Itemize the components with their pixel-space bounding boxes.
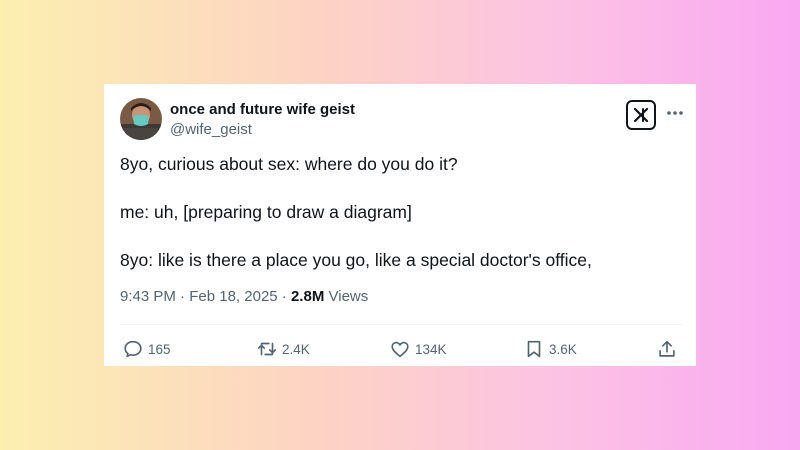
display-name[interactable]: once and future wife geist xyxy=(170,101,355,118)
avatar[interactable] xyxy=(120,98,162,140)
bookmark-button[interactable]: 3.6K xyxy=(523,337,577,361)
reply-button[interactable]: 165 xyxy=(122,337,171,361)
bookmark-count: 3.6K xyxy=(549,341,577,357)
like-count: 134K xyxy=(415,341,447,357)
repost-count: 2.4K xyxy=(282,341,310,357)
repost-button[interactable]: 2.4K xyxy=(256,337,310,361)
reply-count: 165 xyxy=(148,341,171,357)
heart-icon xyxy=(391,341,409,358)
bookmark-icon xyxy=(527,340,541,358)
tweet-date[interactable]: Feb 18, 2025 xyxy=(189,288,277,305)
meta-separator: · xyxy=(281,288,287,305)
share-button[interactable] xyxy=(656,337,678,361)
x-logo-icon[interactable] xyxy=(626,100,656,130)
views-count: 2.8M xyxy=(290,288,325,305)
reply-icon xyxy=(124,340,142,358)
share-icon xyxy=(659,340,675,357)
tweet-time[interactable]: 9:43 PM xyxy=(120,288,176,305)
divider xyxy=(120,324,682,325)
views-label: Views xyxy=(328,288,369,305)
like-button[interactable]: 134K xyxy=(389,337,447,361)
repost-icon xyxy=(257,342,277,356)
tweet-line: me: uh, [preparing to draw a diagram] xyxy=(120,202,412,222)
tweet-line: 8yo, curious about sex: where do you do … xyxy=(120,154,458,174)
tweet-line: 8yo: like is there a place you go, like … xyxy=(120,250,592,270)
tweet-card: once and future wife geist @wife_geist 8… xyxy=(104,84,696,366)
meta-separator: · xyxy=(180,288,186,305)
tweet-text: 8yo, curious about sex: where do you do … xyxy=(120,152,680,272)
more-options-icon[interactable] xyxy=(664,104,686,122)
user-handle[interactable]: @wife_geist xyxy=(170,121,252,138)
tweet-metadata: 9:43 PM · Feb 18, 2025 · 2.8M Views xyxy=(120,288,368,305)
